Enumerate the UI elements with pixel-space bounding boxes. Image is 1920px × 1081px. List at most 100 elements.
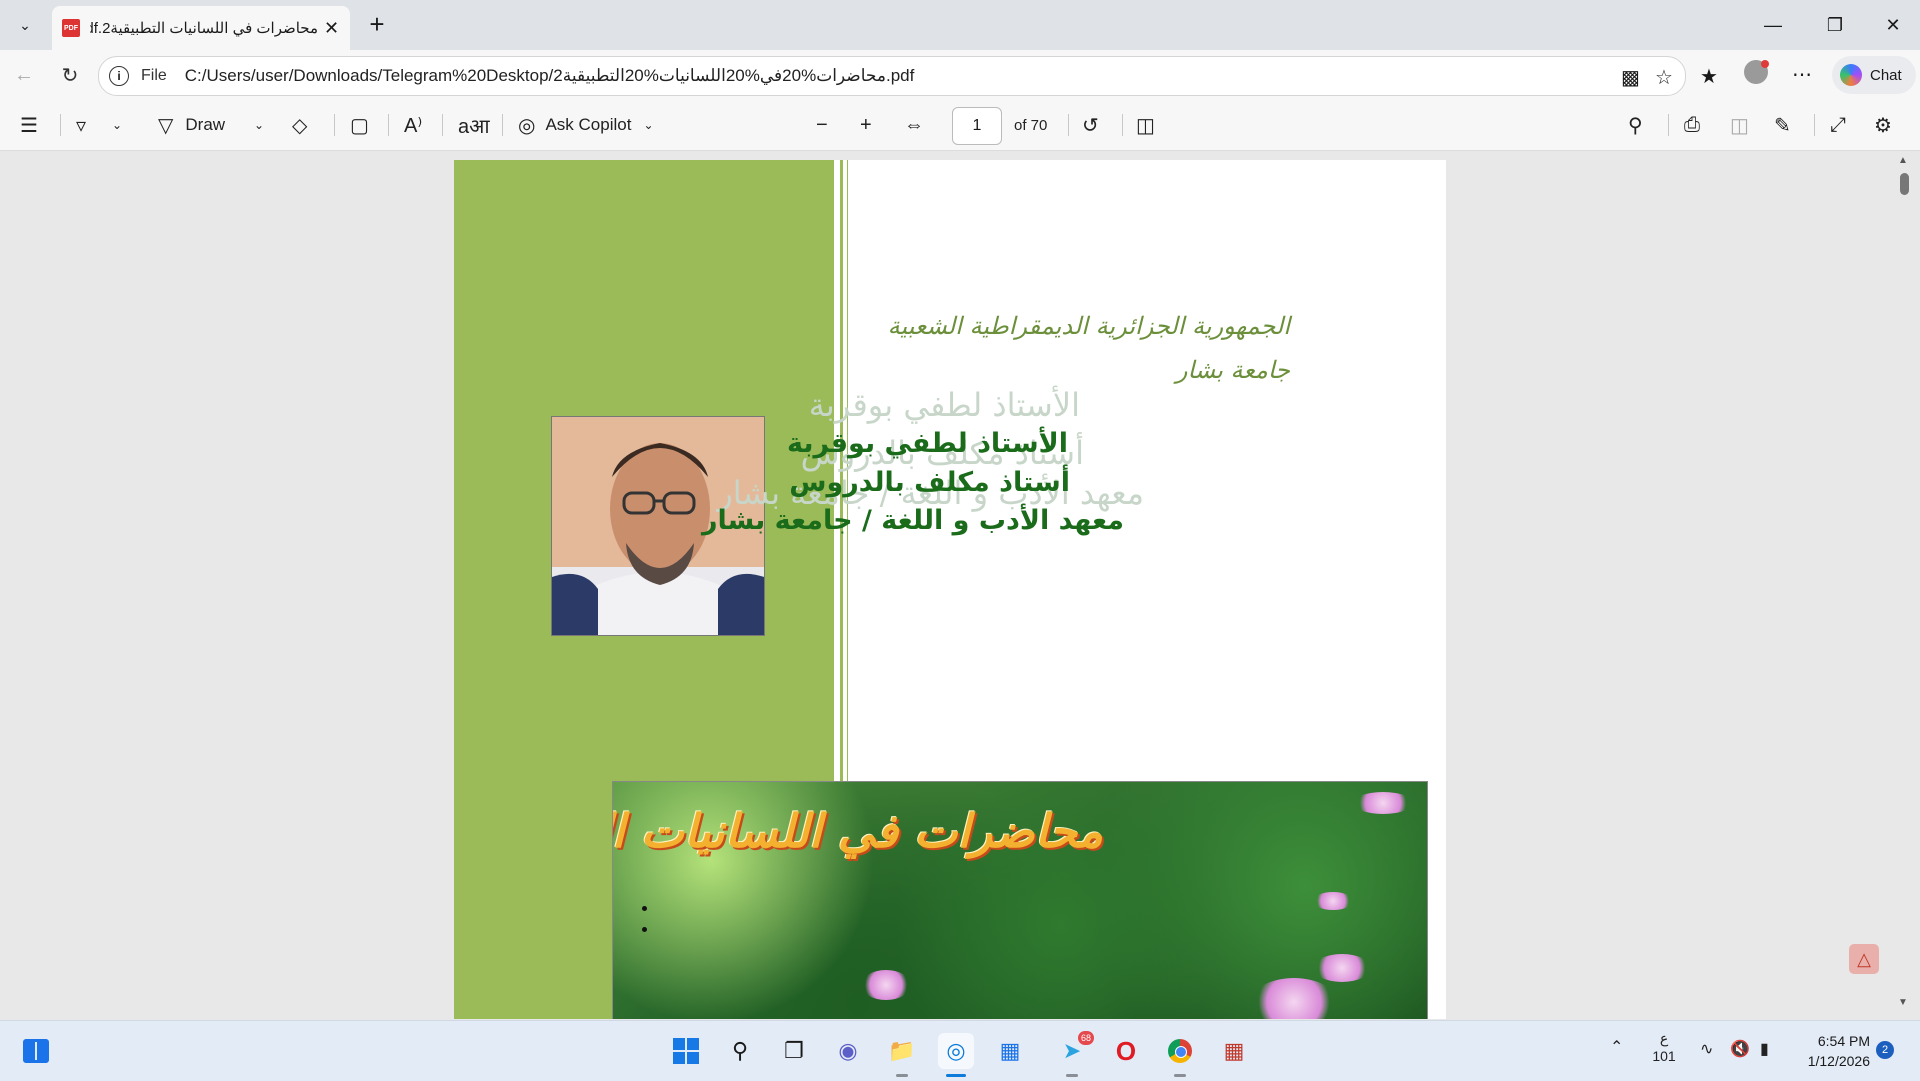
read-aloud-icon[interactable]: ▩ xyxy=(1621,65,1640,90)
divider xyxy=(60,114,61,136)
print-button[interactable]: ⎙ xyxy=(1684,110,1700,140)
settings-button[interactable]: ⚙ xyxy=(1874,110,1892,140)
divider xyxy=(388,114,389,136)
republic-header: الجمهورية الجزائرية الديمقراطية الشعبية xyxy=(887,312,1290,340)
lecture-title: محاضرات في اللسانيات التطبيقية xyxy=(612,804,1103,858)
edge-button[interactable]: ◎ xyxy=(938,1033,974,1069)
refresh-button[interactable]: ↻ xyxy=(54,60,86,90)
rotate-button[interactable]: ↺ xyxy=(1082,110,1099,140)
input-language-indicator[interactable]: ع 101 xyxy=(1652,1029,1676,1065)
flower-decoration xyxy=(1353,792,1413,814)
teams-chat-button[interactable]: ◉ xyxy=(830,1033,866,1069)
running-indicator xyxy=(896,1074,908,1077)
contents-button[interactable]: ☰ xyxy=(20,110,38,140)
title-banner: محاضرات في اللسانيات التطبيقية xyxy=(612,781,1428,1019)
new-tab-button[interactable]: + xyxy=(362,10,392,40)
acrobat-icon[interactable]: △ xyxy=(1849,944,1879,974)
info-icon[interactable]: i xyxy=(109,66,129,86)
search-icon: ⚲ xyxy=(731,1038,749,1063)
widgets-button[interactable] xyxy=(18,1033,54,1069)
close-window-button[interactable]: ✕ xyxy=(1862,0,1920,50)
zoom-out-button[interactable]: − xyxy=(816,110,828,140)
gear-icon: ⚙ xyxy=(1874,114,1892,137)
zoom-in-button[interactable]: + xyxy=(860,110,872,140)
minimize-button[interactable]: — xyxy=(1742,0,1804,50)
draw-button[interactable]: ▽ Draw xyxy=(158,110,225,140)
edge-icon: ◎ xyxy=(946,1038,966,1063)
chrome-button[interactable] xyxy=(1162,1033,1198,1069)
fullscreen-button[interactable]: ⤢ xyxy=(1830,110,1846,140)
scroll-up-arrow-icon[interactable]: ▲ xyxy=(1898,155,1908,166)
notification-badge[interactable]: 2 xyxy=(1876,1041,1894,1059)
chevron-down-icon: ⌄ xyxy=(19,16,31,33)
opera-button[interactable]: O xyxy=(1108,1033,1144,1069)
erase-button[interactable]: ◇ xyxy=(292,110,307,140)
telegram-button[interactable]: ➤ 68 xyxy=(1054,1031,1094,1069)
pdf-app-button[interactable]: ▦ xyxy=(1216,1033,1252,1069)
address-bar[interactable]: i File C:/Users/user/Downloads/Telegram%… xyxy=(98,56,1686,96)
page-number-input[interactable]: 1 xyxy=(952,107,1002,145)
add-text-button[interactable]: ▢ xyxy=(350,110,369,140)
ask-copilot-button[interactable]: ◎ Ask Copilot ⌄ xyxy=(518,110,654,140)
translate-button[interactable]: aआ xyxy=(458,110,490,140)
plus-icon: + xyxy=(860,113,872,136)
chevron-up-icon: ⌃ xyxy=(1610,1039,1624,1056)
address-url[interactable]: C:/Users/user/Downloads/Telegram%20Deskt… xyxy=(185,66,915,86)
search-taskbar-button[interactable]: ⚲ xyxy=(722,1033,758,1069)
profile-alert-dot xyxy=(1761,60,1769,68)
scrollbar-thumb[interactable] xyxy=(1900,173,1909,195)
back-button[interactable]: ← xyxy=(8,60,40,90)
read-aloud-icon: A⁾ xyxy=(404,114,423,137)
widgets-icon xyxy=(23,1039,49,1063)
back-arrow-icon: ← xyxy=(14,63,34,86)
more-options-icon[interactable]: ⋯ xyxy=(1792,62,1812,87)
copilot-icon xyxy=(1840,64,1862,86)
wifi-icon[interactable]: ∿ xyxy=(1700,1039,1713,1059)
fit-to-width-button[interactable]: ⇔ xyxy=(904,110,924,140)
clock[interactable]: 6:54 PM 1/12/2026 xyxy=(1796,1031,1870,1071)
text-box-icon: ▢ xyxy=(350,114,369,137)
restore-button[interactable]: ❐ xyxy=(1804,0,1866,50)
save-button[interactable]: ◫ xyxy=(1730,110,1749,140)
favorite-star-icon[interactable]: ☆ xyxy=(1655,65,1673,90)
battery-icon[interactable]: ▮ xyxy=(1760,1039,1769,1059)
volume-muted-icon[interactable]: 🔇 xyxy=(1730,1039,1750,1059)
highlight-options-button[interactable]: ⌄ xyxy=(112,110,122,140)
favorites-icon[interactable]: ★ xyxy=(1700,64,1718,89)
page-view-button[interactable]: ◫ xyxy=(1136,110,1155,140)
page-view-icon: ◫ xyxy=(1136,114,1155,137)
read-aloud-button[interactable]: A⁾ xyxy=(404,110,422,140)
tab-actions-menu-button[interactable]: ⌄ xyxy=(6,8,44,42)
copilot-chat-button[interactable]: Chat xyxy=(1832,56,1916,94)
pen-icon: ▽ xyxy=(158,114,174,137)
tab-pdf-document[interactable]: PDF محاضرات في اللسانيات التطبيقية2.pdf … xyxy=(52,6,350,50)
divider xyxy=(1122,114,1123,136)
divider xyxy=(1814,114,1815,136)
search-button[interactable]: ⚲ xyxy=(1628,110,1643,140)
task-view-button[interactable]: ❐ xyxy=(776,1033,812,1069)
highlight-button[interactable]: ▿ xyxy=(76,110,86,140)
file-explorer-button[interactable]: 📁 xyxy=(884,1033,920,1069)
rotate-icon: ↺ xyxy=(1082,114,1099,137)
divider xyxy=(1668,114,1669,136)
draw-label: Draw xyxy=(185,115,226,134)
bullet-dot xyxy=(642,927,647,932)
store-button[interactable]: ▦ xyxy=(992,1033,1028,1069)
task-view-icon: ❐ xyxy=(784,1038,804,1063)
minus-icon: − xyxy=(816,113,828,136)
pdf-viewer[interactable]: الجمهورية الجزائرية الديمقراطية الشعبية … xyxy=(0,151,1920,1019)
translate-icon: aआ xyxy=(458,115,490,138)
list-icon: ☰ xyxy=(20,114,38,137)
clock-time: 6:54 PM xyxy=(1817,1033,1870,1049)
tab-title: محاضرات في اللسانيات التطبيقية2.pdf xyxy=(90,20,318,37)
save-as-button[interactable]: ✎ xyxy=(1774,110,1791,140)
draw-options-button[interactable]: ⌄ xyxy=(254,110,264,140)
close-tab-icon[interactable]: ✕ xyxy=(324,18,339,39)
university-header: جامعة بشار xyxy=(1175,356,1290,384)
pdf-toolbar: ☰ ▿ ⌄ ▽ Draw ⌄ ◇ ▢ A⁾ aआ ◎ Ask Copilot ⌄… xyxy=(0,100,1920,151)
scroll-down-arrow-icon[interactable]: ▼ xyxy=(1898,997,1908,1008)
show-hidden-icons-button[interactable]: ⌃ xyxy=(1610,1037,1623,1057)
language-label: ع xyxy=(1659,1030,1669,1046)
chat-bubble-icon: ◉ xyxy=(838,1038,858,1063)
start-button[interactable] xyxy=(668,1033,704,1069)
